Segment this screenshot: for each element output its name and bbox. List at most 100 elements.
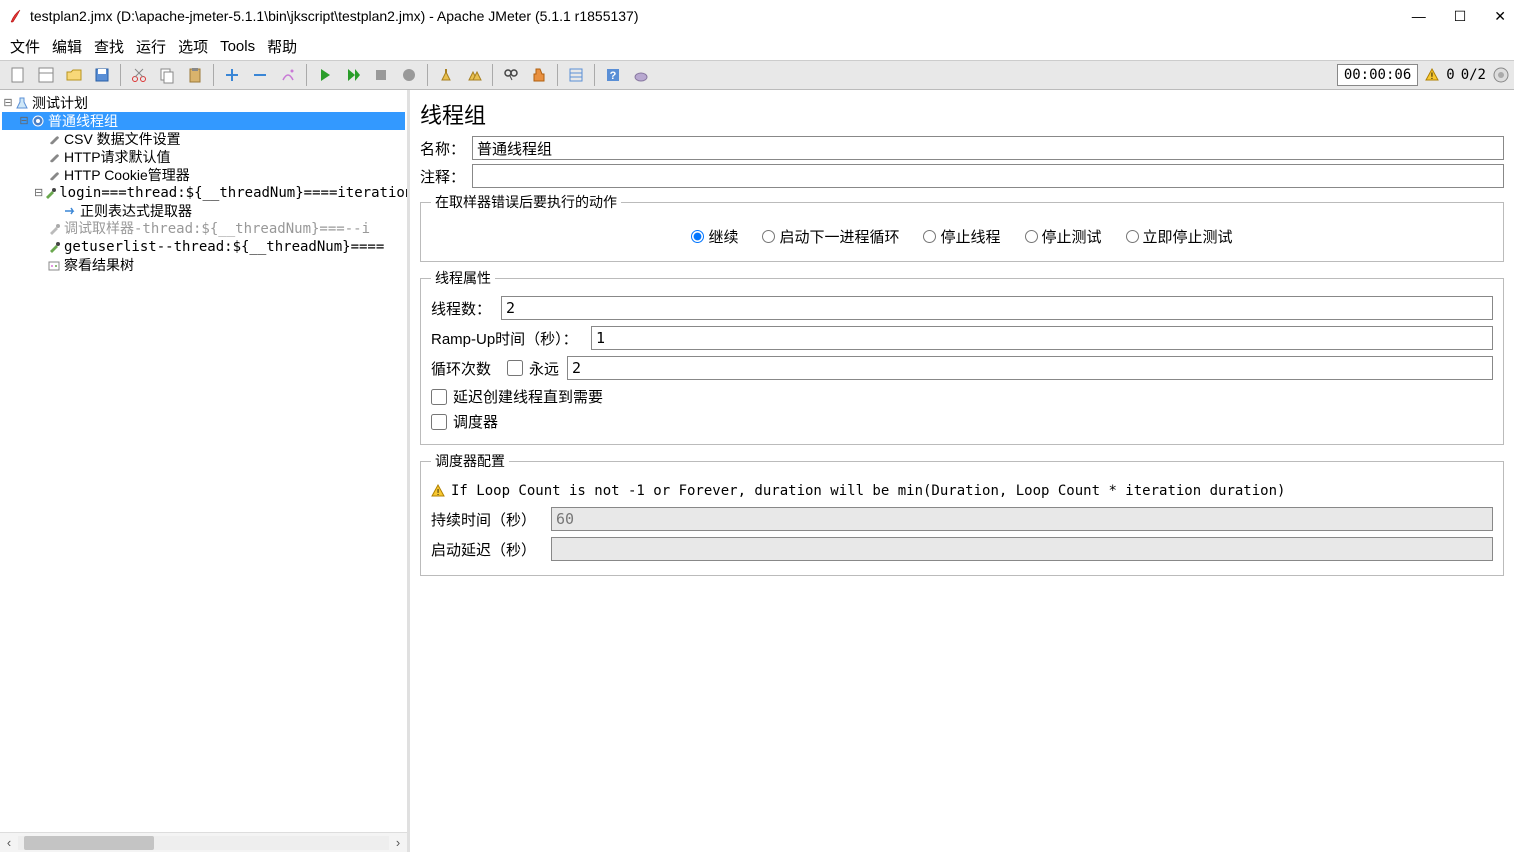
tree-cookie-manager[interactable]: HTTP Cookie管理器 [2,166,405,184]
warning-icon: ! [431,484,445,498]
forever-checkbox[interactable] [507,360,523,376]
collapse-button[interactable] [247,63,273,87]
minimize-button[interactable]: — [1412,8,1426,25]
radio-stop-now[interactable]: 立即停止测试 [1126,226,1233,247]
tree-label: HTTP请求默认值 [64,148,171,166]
test-plan-tree[interactable]: ⊟ 测试计划 ⊟ 普通线程组 CSV 数据文件设置 HTTP请求默认值 [0,90,407,832]
tree-test-plan[interactable]: ⊟ 测试计划 [2,94,405,112]
radio-next-loop[interactable]: 启动下一进程循环 [762,226,899,247]
tree-debug-sampler[interactable]: 调试取样器-thread:${__threadNum}===--i [2,220,405,238]
svg-text:!: ! [1430,72,1435,82]
toggle-button[interactable] [275,63,301,87]
menu-options[interactable]: 选项 [174,34,212,59]
tree-view-results[interactable]: 察看结果树 [2,256,405,274]
radio-stop-test[interactable]: 停止测试 [1025,226,1102,247]
expand-button[interactable] [219,63,245,87]
menu-file[interactable]: 文件 [6,34,44,59]
scheduler-checkbox[interactable] [431,414,447,430]
startup-delay-input [551,537,1493,561]
threads-input[interactable] [501,296,1493,320]
loop-label: 循环次数 [431,358,501,379]
clear-button[interactable] [433,63,459,87]
arrow-icon [62,203,78,219]
menu-tools[interactable]: Tools [216,36,259,57]
panel-title: 线程组 [420,98,1504,130]
tree-thread-group[interactable]: ⊟ 普通线程组 [2,112,405,130]
clear-all-button[interactable] [461,63,487,87]
tree-label: 正则表达式提取器 [80,202,192,220]
error-action-legend: 在取样器错误后要执行的动作 [431,192,621,212]
thread-props-legend: 线程属性 [431,268,495,288]
new-button[interactable] [5,63,31,87]
scheduler-config-group: 调度器配置 ! If Loop Count is not -1 or Forev… [420,451,1504,576]
tree-label: 普通线程组 [48,112,118,130]
forever-label: 永远 [529,358,559,379]
tree-csv-config[interactable]: CSV 数据文件设置 [2,130,405,148]
help-button[interactable]: ? [600,63,626,87]
titlebar: testplan2.jmx (D:\apache-jmeter-5.1.1\bi… [0,0,1514,32]
start-no-timers-button[interactable] [340,63,366,87]
maximize-button[interactable]: ☐ [1454,8,1467,25]
startup-delay-label: 启动延迟（秒） [431,539,551,560]
threads-icon [1492,66,1510,84]
name-input[interactable] [472,136,1504,160]
loop-input[interactable] [567,356,1493,380]
rampup-input[interactable] [591,326,1493,350]
radio-continue[interactable]: 继续 [691,226,738,247]
rampup-label: Ramp-Up时间（秒）： [431,328,591,349]
copy-button[interactable] [154,63,180,87]
window-title: testplan2.jmx (D:\apache-jmeter-5.1.1\bi… [30,8,1412,24]
tree-login-sampler[interactable]: ⊟ login===thread:${__threadNum}====itera… [2,184,405,202]
heap-button[interactable] [628,63,654,87]
tree-label: HTTP Cookie管理器 [64,166,190,184]
menu-help[interactable]: 帮助 [263,34,301,59]
cut-button[interactable] [126,63,152,87]
dropper-icon [46,239,62,255]
timer-display: 00:00:06 [1337,64,1418,86]
wrench-icon [46,167,62,183]
menubar: 文件 编辑 查找 运行 选项 Tools 帮助 [0,32,1514,60]
tree-label: getuserlist--thread:${__threadNum}==== [64,238,384,256]
threads-label: 线程数： [431,298,501,319]
tree-getuserlist-sampler[interactable]: getuserlist--thread:${__threadNum}==== [2,238,405,256]
menu-search[interactable]: 查找 [90,34,128,59]
function-helper-button[interactable] [563,63,589,87]
tree-label: 察看结果树 [64,256,134,274]
radio-stop-thread[interactable]: 停止线程 [923,226,1000,247]
tree-regex-extractor[interactable]: 正则表达式提取器 [2,202,405,220]
scheduler-legend: 调度器配置 [431,451,509,471]
start-button[interactable] [312,63,338,87]
close-button[interactable]: ✕ [1494,8,1506,25]
delay-create-checkbox[interactable] [431,389,447,405]
warning-icon: ! [1424,67,1440,83]
app-icon [8,8,24,24]
reset-search-button[interactable] [526,63,552,87]
workarea: ⊟ 测试计划 ⊟ 普通线程组 CSV 数据文件设置 HTTP请求默认值 [0,90,1514,852]
stop-button[interactable] [368,63,394,87]
tree-label: login===thread:${__threadNum}====iterati… [59,184,407,202]
search-button[interactable] [498,63,524,87]
comment-input[interactable] [472,164,1504,188]
save-button[interactable] [89,63,115,87]
svg-text:!: ! [436,488,441,497]
scheduler-label: 调度器 [453,411,498,432]
tree-http-defaults[interactable]: HTTP请求默认值 [2,148,405,166]
delay-create-label: 延迟创建线程直到需要 [453,386,603,407]
templates-button[interactable] [33,63,59,87]
warn-text: If Loop Count is not -1 or Forever, dura… [451,483,1285,499]
tree-label: 调试取样器-thread:${__threadNum}===--i [64,220,370,238]
results-icon [46,257,62,273]
scroll-thumb[interactable] [24,836,154,850]
warning-count: 0 [1446,67,1454,83]
paste-button[interactable] [182,63,208,87]
toolbar: ? 00:00:06 ! 0 0/2 [0,60,1514,90]
open-button[interactable] [61,63,87,87]
duration-input [551,507,1493,531]
dropper-icon [43,185,57,201]
scroll-left-icon[interactable]: ‹ [0,834,18,852]
scroll-right-icon[interactable]: › [389,834,407,852]
menu-run[interactable]: 运行 [132,34,170,59]
shutdown-button[interactable] [396,63,422,87]
menu-edit[interactable]: 编辑 [48,34,86,59]
tree-hscrollbar[interactable]: ‹ › [0,832,407,852]
